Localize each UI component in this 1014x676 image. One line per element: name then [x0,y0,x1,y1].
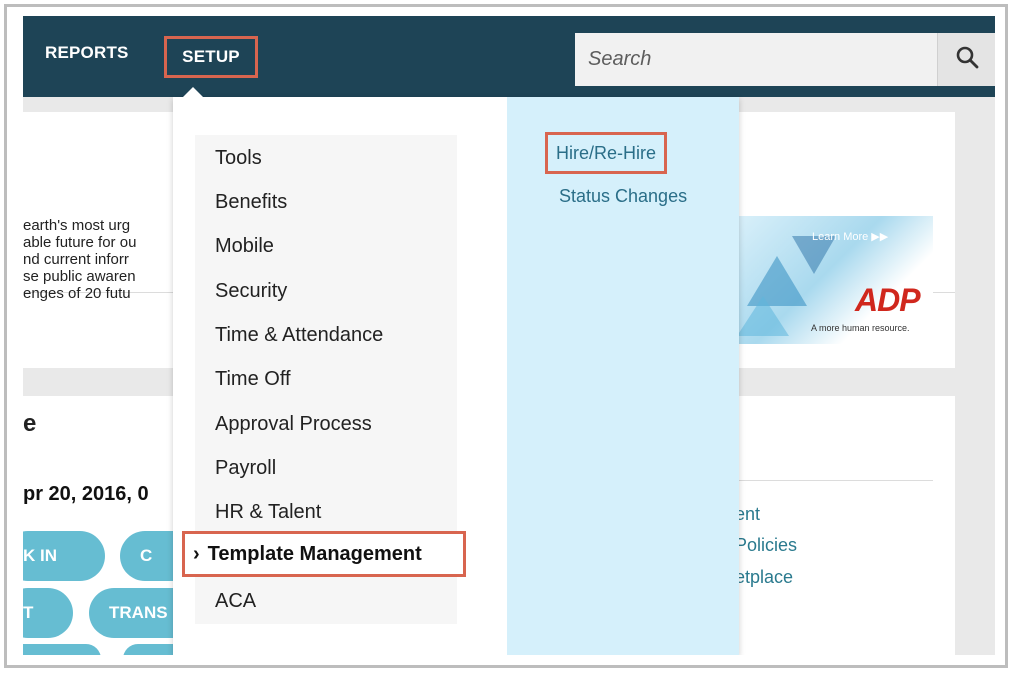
setup-dropdown-menu: Tools Benefits Mobile Security Time & At… [173,87,739,655]
nav-reports[interactable]: REPORTS [45,43,129,63]
search-icon [955,45,979,74]
template-management-submenu: Hire/Re-Hire Status Changes [507,97,739,655]
menu-item-tools[interactable]: Tools [215,147,262,170]
menu-item-mobile[interactable]: Mobile [215,235,274,258]
screenshot-frame: earth's most urg able future for ou nd c… [4,4,1008,668]
menu-item-time-attendance[interactable]: Time & Attendance [215,324,383,347]
nav-setup-label: SETUP [182,47,240,66]
top-navigation-bar: REPORTS SETUP [23,16,995,97]
submenu-item-hire-rehire[interactable]: Hire/Re-Hire [545,132,668,174]
menu-item-benefits[interactable]: Benefits [215,191,287,214]
text-line: earth's most urg [23,217,131,234]
dropdown-caret [183,87,203,97]
search-box [575,33,995,86]
article-text-fragment: earth's most urg able future for ou nd c… [23,217,136,302]
action-pill-button[interactable] [23,644,101,655]
nav-setup[interactable]: SETUP [164,36,258,78]
menu-item-payroll[interactable]: Payroll [215,457,276,480]
action-pill-button[interactable]: T [23,588,73,638]
menu-item-approval-process[interactable]: Approval Process [215,413,372,436]
card-divider [713,480,933,481]
ad-learn-more[interactable]: Learn More ▶▶ [812,230,888,243]
link-fragment[interactable]: Policies [735,535,797,556]
link-fragment[interactable]: etplace [735,567,793,588]
date-fragment: pr 20, 2016, 0 [23,483,149,505]
action-pill-button[interactable]: K IN [23,531,105,581]
menu-item-hr-talent[interactable]: HR & Talent [215,501,321,524]
menu-item-template-management[interactable]: › Template Management [182,531,466,577]
menu-item-aca[interactable]: ACA [215,590,256,613]
menu-item-security[interactable]: Security [215,280,287,303]
ad-tagline: A more human resource. [811,323,910,333]
search-button[interactable] [937,33,995,86]
text-line: se public awaren [23,268,136,285]
adp-logo: ADP [855,282,921,318]
text-line: enges of 20 futu [23,285,131,302]
submenu-item-status-changes[interactable]: Status Changes [559,186,687,207]
ad-decoration [737,296,789,336]
app-viewport: earth's most urg able future for ou nd c… [23,16,995,655]
setup-menu-list: Tools Benefits Mobile Security Time & At… [182,135,466,624]
menu-item-time-off[interactable]: Time Off [215,368,291,391]
text-line: able future for ou [23,234,137,251]
text-line: nd current inforr [23,251,129,268]
section-heading-fragment: e [23,410,37,437]
adp-ad-banner[interactable]: Learn More ▶▶ ADP A more human resource. [737,216,933,344]
chevron-right-icon: › [193,542,200,565]
search-input[interactable] [575,33,935,86]
menu-item-label: Template Management [207,542,422,565]
